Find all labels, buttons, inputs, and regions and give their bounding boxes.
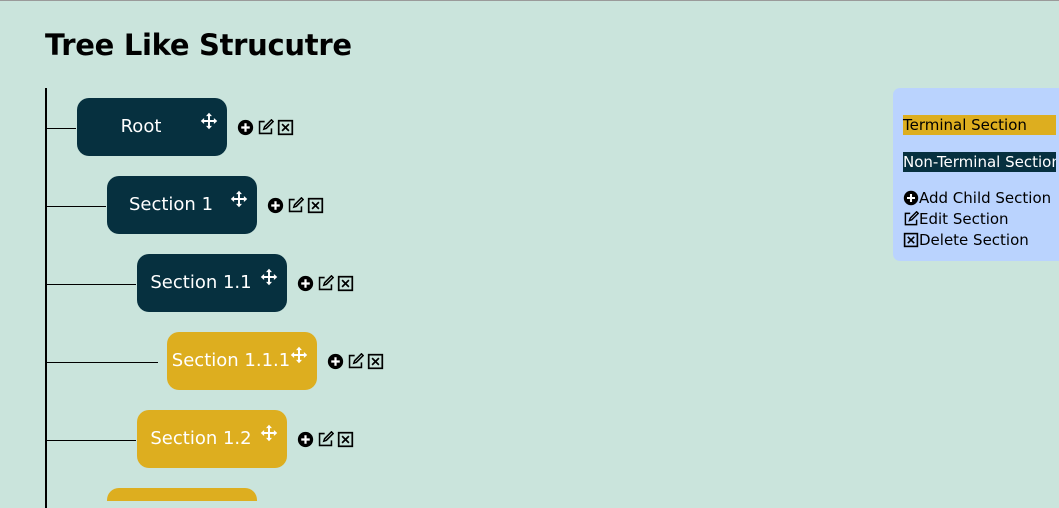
- legend-delete-item: Delete Section: [903, 231, 1029, 249]
- node-actions: [297, 274, 354, 292]
- legend-add-label: Add Child Section: [919, 189, 1052, 207]
- edit-icon[interactable]: [347, 352, 364, 370]
- delete-box-icon: [903, 232, 919, 248]
- edit-icon[interactable]: [317, 274, 334, 292]
- tree-node-section-1-1-1[interactable]: Section 1.1.1: [167, 332, 317, 390]
- add-circle-icon: [903, 190, 919, 206]
- delete-box-icon[interactable]: [337, 431, 354, 448]
- tree-node-section-1-1[interactable]: Section 1.1: [137, 254, 287, 312]
- connector-line: [47, 284, 136, 285]
- legend-delete-label: Delete Section: [919, 231, 1029, 249]
- connector-line: [47, 206, 106, 207]
- move-icon[interactable]: [260, 424, 278, 442]
- add-circle-icon[interactable]: [267, 197, 284, 214]
- tree-trunk-line: [45, 88, 47, 508]
- connector-line: [47, 440, 136, 441]
- tree-node-root[interactable]: Root: [77, 98, 227, 156]
- legend-panel: Terminal Section Non-Terminal Section Ad…: [893, 88, 1059, 261]
- add-circle-icon[interactable]: [297, 275, 314, 292]
- edit-icon[interactable]: [287, 196, 304, 214]
- add-circle-icon[interactable]: [297, 431, 314, 448]
- edit-icon: [904, 211, 919, 226]
- move-icon[interactable]: [290, 346, 308, 364]
- legend-edit-item: Edit Section: [903, 210, 1009, 228]
- page-title: Tree Like Strucutre: [45, 28, 352, 62]
- edit-icon[interactable]: [257, 118, 274, 136]
- edit-icon[interactable]: [317, 430, 334, 448]
- node-actions: [237, 118, 294, 136]
- delete-box-icon[interactable]: [277, 119, 294, 136]
- delete-box-icon[interactable]: [367, 353, 384, 370]
- tree-node-section-1[interactable]: Section 1: [107, 176, 257, 234]
- legend-terminal-swatch: Terminal Section: [903, 115, 1056, 135]
- tree-node-section-1-2[interactable]: Section 1.2: [137, 410, 287, 468]
- legend-edit-label: Edit Section: [919, 210, 1009, 228]
- node-actions: [267, 196, 324, 214]
- node-actions: [327, 352, 384, 370]
- connector-line: [47, 362, 158, 363]
- legend-add-item: Add Child Section: [903, 189, 1051, 207]
- move-icon[interactable]: [230, 190, 248, 208]
- delete-box-icon[interactable]: [307, 197, 324, 214]
- add-circle-icon[interactable]: [327, 353, 344, 370]
- move-icon[interactable]: [200, 112, 218, 130]
- move-icon[interactable]: [260, 268, 278, 286]
- add-circle-icon[interactable]: [237, 119, 254, 136]
- node-actions: [297, 430, 354, 448]
- tree-node-partial[interactable]: [107, 488, 257, 501]
- top-border: [0, 0, 1059, 1]
- connector-line: [47, 128, 76, 129]
- delete-box-icon[interactable]: [337, 275, 354, 292]
- legend-non-terminal-swatch: Non-Terminal Section: [903, 152, 1056, 172]
